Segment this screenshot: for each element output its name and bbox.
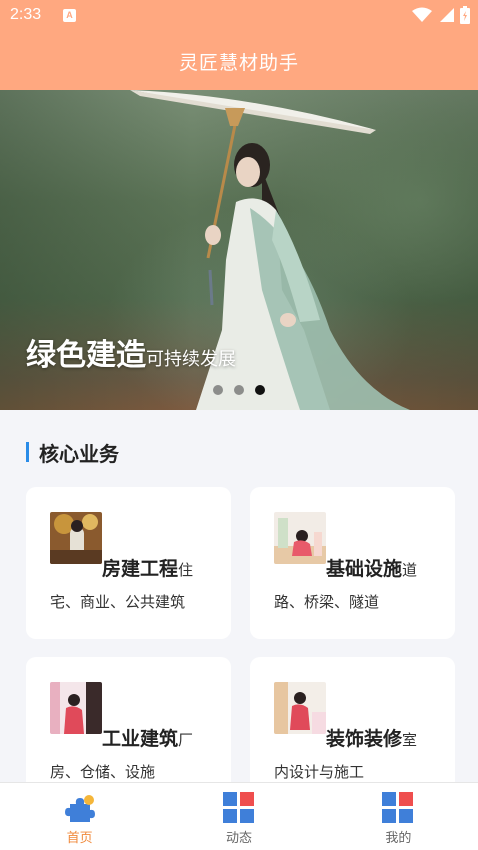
card-title-row: 装饰装修室 (274, 724, 417, 751)
tab-home[interactable]: 首页 (0, 783, 159, 850)
business-card-housing[interactable]: 房建工程住 宅、商业、公共建筑 (26, 487, 231, 639)
carousel-dot-active[interactable] (255, 385, 265, 395)
tab-label: 首页 (66, 831, 93, 846)
tab-profile[interactable]: 我的 (319, 783, 478, 850)
banner-headline-big: 绿色建造 (26, 338, 146, 373)
card-desc-part2: 房、仓储、设施 (50, 763, 156, 781)
banner-headline: 绿色建造可持续发展 (26, 330, 236, 374)
card-title-row: 房建工程住 (50, 554, 193, 581)
card-title: 基础设施 (326, 558, 403, 580)
card-desc-part1: 厂 (178, 731, 194, 749)
status-time: 2:33 (10, 6, 42, 23)
grid-icon (222, 792, 254, 823)
banner-carousel[interactable]: 绿色建造可持续发展 (0, 90, 478, 410)
app-title: 灵匠慧材助手 (178, 52, 299, 74)
battery-icon (460, 6, 470, 24)
tab-label: 我的 (385, 831, 412, 846)
carousel-dot[interactable] (234, 385, 244, 395)
status-icons (412, 6, 470, 24)
bottom-tab-bar: 首页 动态 我的 (0, 782, 478, 850)
section-title: 核心业务 (39, 441, 119, 466)
wifi-icon (412, 7, 432, 22)
status-bar: 2:33 A (0, 0, 478, 32)
card-title: 工业建筑 (102, 728, 179, 750)
card-desc-part2: 内设计与施工 (274, 763, 365, 781)
banner-headline-small: 可持续发展 (146, 349, 236, 370)
card-title: 装饰装修 (326, 728, 403, 750)
tab-label: 动态 (225, 831, 252, 846)
card-title: 房建工程 (102, 558, 179, 580)
home-puzzle-icon (64, 795, 95, 822)
carousel-indicator[interactable] (213, 385, 265, 395)
a-notification-icon: A (63, 9, 76, 22)
tab-feed[interactable]: 动态 (159, 783, 318, 850)
card-desc-part1: 住 (178, 561, 194, 579)
grid-icon (382, 792, 414, 823)
section-header: 核心业务 (26, 437, 119, 467)
app-bar: 灵匠慧材助手 (0, 32, 478, 90)
card-desc-part2: 路、桥梁、隧道 (274, 593, 380, 611)
carousel-dot[interactable] (213, 385, 223, 395)
card-desc-part2: 宅、商业、公共建筑 (50, 593, 186, 611)
card-title-row: 工业建筑厂 (50, 724, 193, 751)
card-desc-part1: 道 (402, 561, 418, 579)
card-desc-part1: 室 (402, 731, 418, 749)
signal-icon (440, 8, 454, 22)
business-card-infrastructure[interactable]: 基础设施道 路、桥梁、隧道 (250, 487, 455, 639)
card-title-row: 基础设施道 (274, 554, 417, 581)
section-accent-bar (26, 442, 29, 462)
